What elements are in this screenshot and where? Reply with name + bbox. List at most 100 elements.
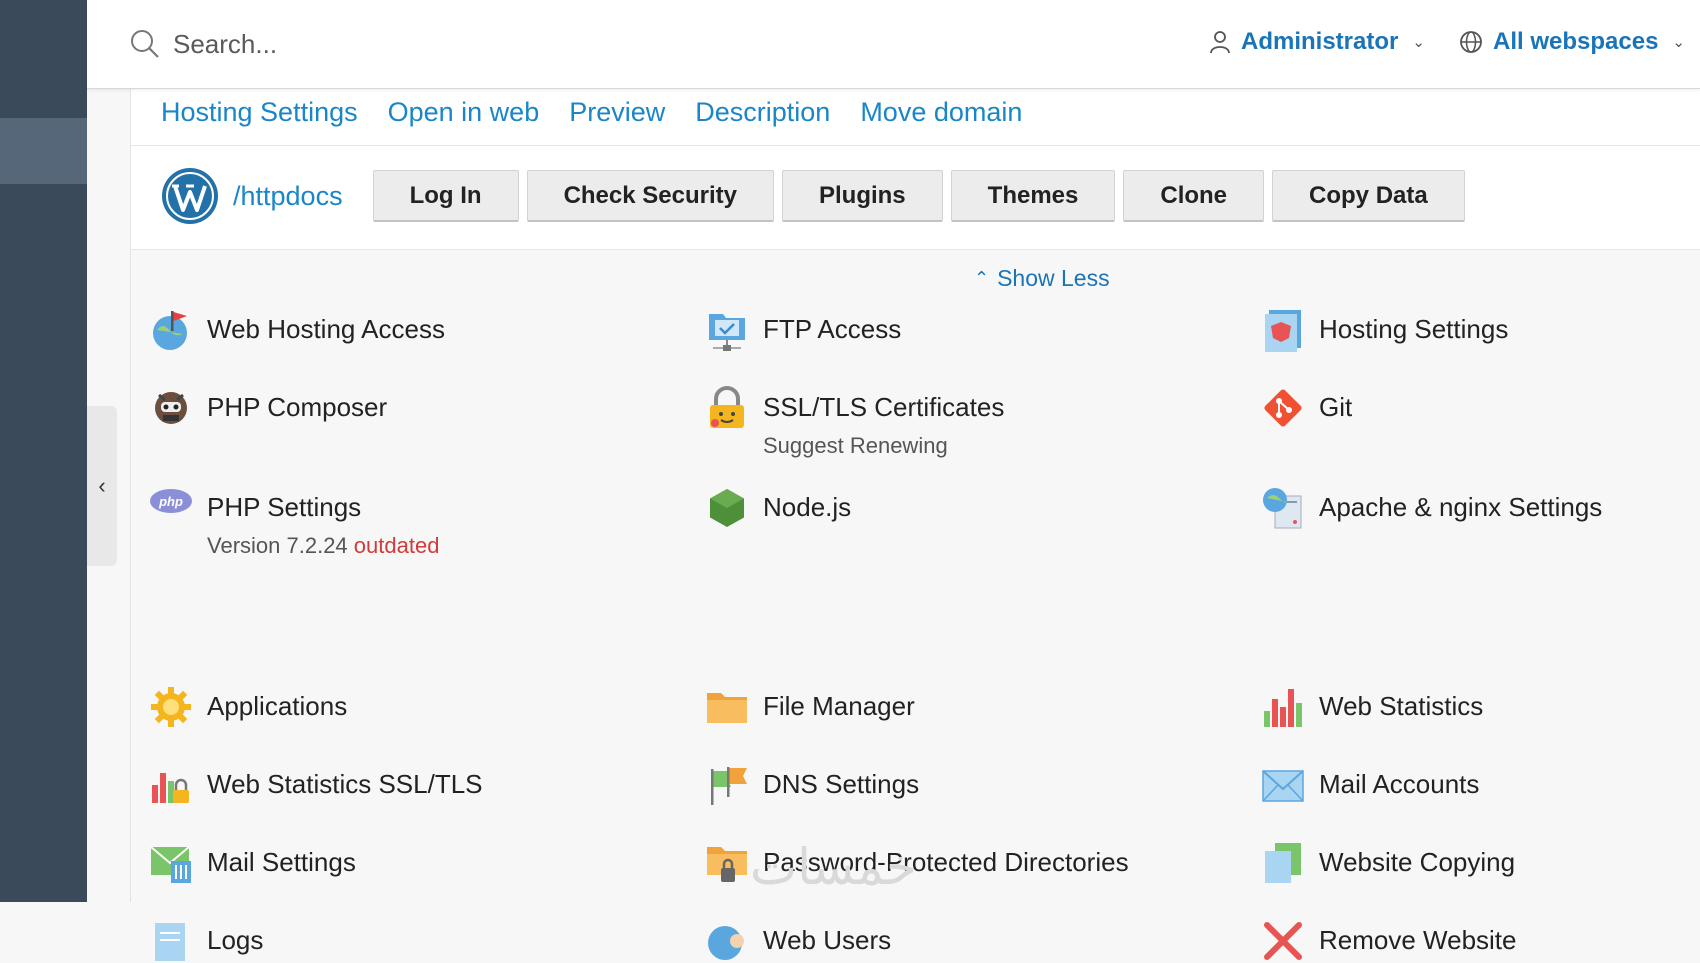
svg-text:php: php (158, 494, 183, 509)
remove-icon (1264, 922, 1302, 960)
tool-apache-nginx[interactable]: Apache & nginx Settings (1261, 486, 1602, 530)
php-version-status: Version 7.2.24 outdated (207, 533, 439, 559)
left-sidebar (0, 0, 87, 902)
themes-button[interactable]: Themes (950, 170, 1116, 222)
bar-chart-icon (1264, 689, 1302, 727)
tool-label: Apache & nginx Settings (1319, 492, 1603, 522)
link-preview[interactable]: Preview (569, 97, 665, 128)
tool-mail-accounts[interactable]: Mail Accounts (1261, 763, 1479, 807)
tool-file-manager[interactable]: File Manager (705, 685, 915, 729)
plugins-button[interactable]: Plugins (781, 170, 943, 222)
stats-lock-icon (152, 773, 189, 803)
tool-logs[interactable]: Logs (149, 919, 263, 963)
locked-folder-icon (707, 847, 747, 882)
tool-label: PHP Composer (207, 392, 388, 422)
tool-web-statistics-ssl[interactable]: Web Statistics SSL/TLS (149, 763, 483, 807)
server-globe-icon (1263, 488, 1302, 529)
tool-label: SSL/TLS Certificates (763, 392, 1005, 422)
tool-label: Hosting Settings (1319, 314, 1509, 344)
tool-php-composer[interactable]: PHP Composer (149, 386, 387, 430)
tool-label: Git (1319, 392, 1353, 422)
tool-php-settings[interactable]: php PHP Settings Version 7.2.24 outdated (149, 486, 439, 559)
webspace-name: All webspaces (1493, 28, 1659, 55)
copy-icon (1265, 843, 1301, 883)
webspace-menu[interactable]: All webspaces ⌄ (1459, 28, 1685, 56)
chevron-down-icon: ⌄ (1412, 34, 1425, 51)
tool-label: Remove Website (1319, 925, 1517, 955)
clone-button[interactable]: Clone (1123, 170, 1265, 222)
hosting-settings-icon (1265, 310, 1301, 352)
outdated-badge: outdated (353, 533, 440, 558)
php-icon: php (150, 489, 192, 513)
tool-website-copying[interactable]: Website Copying (1261, 841, 1515, 885)
collapse-sidebar-button[interactable]: ‹ (87, 406, 117, 566)
user-icon (1210, 31, 1230, 54)
user-menu[interactable]: Administrator ⌄ (1209, 28, 1425, 56)
tool-web-statistics[interactable]: Web Statistics (1261, 685, 1483, 729)
globe-icon (1460, 31, 1482, 53)
logs-icon (155, 923, 185, 961)
tool-dns-settings[interactable]: DNS Settings (705, 763, 919, 807)
tool-label: Node.js (763, 492, 852, 522)
wordpress-path-link[interactable]: /httpdocs (233, 181, 343, 212)
search-box[interactable] (129, 28, 533, 60)
search-input[interactable] (173, 28, 533, 60)
composer-icon (155, 392, 187, 424)
copy-data-button[interactable]: Copy Data (1272, 170, 1465, 222)
php-version: Version 7.2.24 (207, 533, 348, 558)
tool-label: PHP Settings (207, 492, 362, 522)
divider (131, 145, 1700, 146)
chevron-down-icon: ⌄ (1672, 34, 1685, 51)
check-security-button[interactable]: Check Security (526, 170, 774, 222)
envelope-icon (1262, 770, 1304, 802)
tool-label: Mail Settings (207, 847, 356, 877)
link-open-in-web[interactable]: Open in web (388, 97, 540, 128)
tool-ssl-tls[interactable]: SSL/TLS Certificates Suggest Renewing (705, 386, 1004, 459)
chevron-up-icon: ⌃ (974, 268, 990, 288)
tool-label: FTP Access (763, 314, 902, 344)
link-hosting-settings[interactable]: Hosting Settings (161, 97, 358, 128)
tool-label: Website Copying (1319, 847, 1516, 877)
top-bar: Administrator ⌄ All webspaces ⌄ (87, 0, 1700, 89)
tool-label: Web Statistics SSL/TLS (207, 769, 483, 799)
web-users-icon (708, 926, 744, 960)
tool-label: File Manager (763, 691, 915, 721)
tool-hosting-settings[interactable]: Hosting Settings (1261, 308, 1508, 352)
ftp-icon (709, 314, 745, 351)
tool-label: Logs (207, 925, 264, 955)
tool-git[interactable]: Git (1261, 386, 1352, 430)
tool-applications[interactable]: Applications (149, 685, 347, 729)
show-less-toggle[interactable]: ⌃ Show Less (974, 265, 1110, 292)
dns-flags-icon (711, 767, 747, 805)
show-less-label: Show Less (997, 265, 1110, 291)
tool-nodejs[interactable]: Node.js (705, 486, 851, 530)
tool-label: Applications (207, 691, 348, 721)
link-description[interactable]: Description (695, 97, 830, 128)
git-icon (1264, 389, 1302, 427)
tool-web-users[interactable]: Web Users (705, 919, 891, 963)
tool-label: Web Users (763, 925, 892, 955)
watermark: خمسات (750, 838, 917, 896)
log-in-button[interactable]: Log In (372, 170, 519, 222)
wordpress-toolbar: /httpdocs Log In Check Security Plugins … (161, 167, 1473, 225)
gear-icon (151, 687, 191, 727)
mail-settings-icon (150, 846, 191, 883)
sidebar-active-item[interactable] (0, 118, 87, 184)
nodejs-icon (710, 489, 744, 527)
link-move-domain[interactable]: Move domain (860, 97, 1022, 128)
wordpress-icon (162, 168, 218, 224)
tool-remove-website[interactable]: Remove Website (1261, 919, 1517, 963)
lock-icon (710, 386, 744, 428)
tool-label: Mail Accounts (1319, 769, 1480, 799)
tool-mail-settings[interactable]: Mail Settings (149, 841, 356, 885)
domain-links: Hosting Settings Open in web Preview Des… (161, 97, 1022, 128)
tool-web-hosting-access[interactable]: Web Hosting Access (149, 308, 445, 352)
tool-label: DNS Settings (763, 769, 920, 799)
main-panel: Hosting Settings Open in web Preview Des… (130, 89, 1700, 961)
user-name: Administrator (1241, 28, 1399, 55)
chevron-left-icon: ‹ (98, 473, 106, 498)
tool-label: Web Statistics (1319, 691, 1484, 721)
tool-ftp-access[interactable]: FTP Access (705, 308, 901, 352)
tool-label: Web Hosting Access (207, 314, 445, 344)
ssl-status: Suggest Renewing (763, 433, 948, 458)
